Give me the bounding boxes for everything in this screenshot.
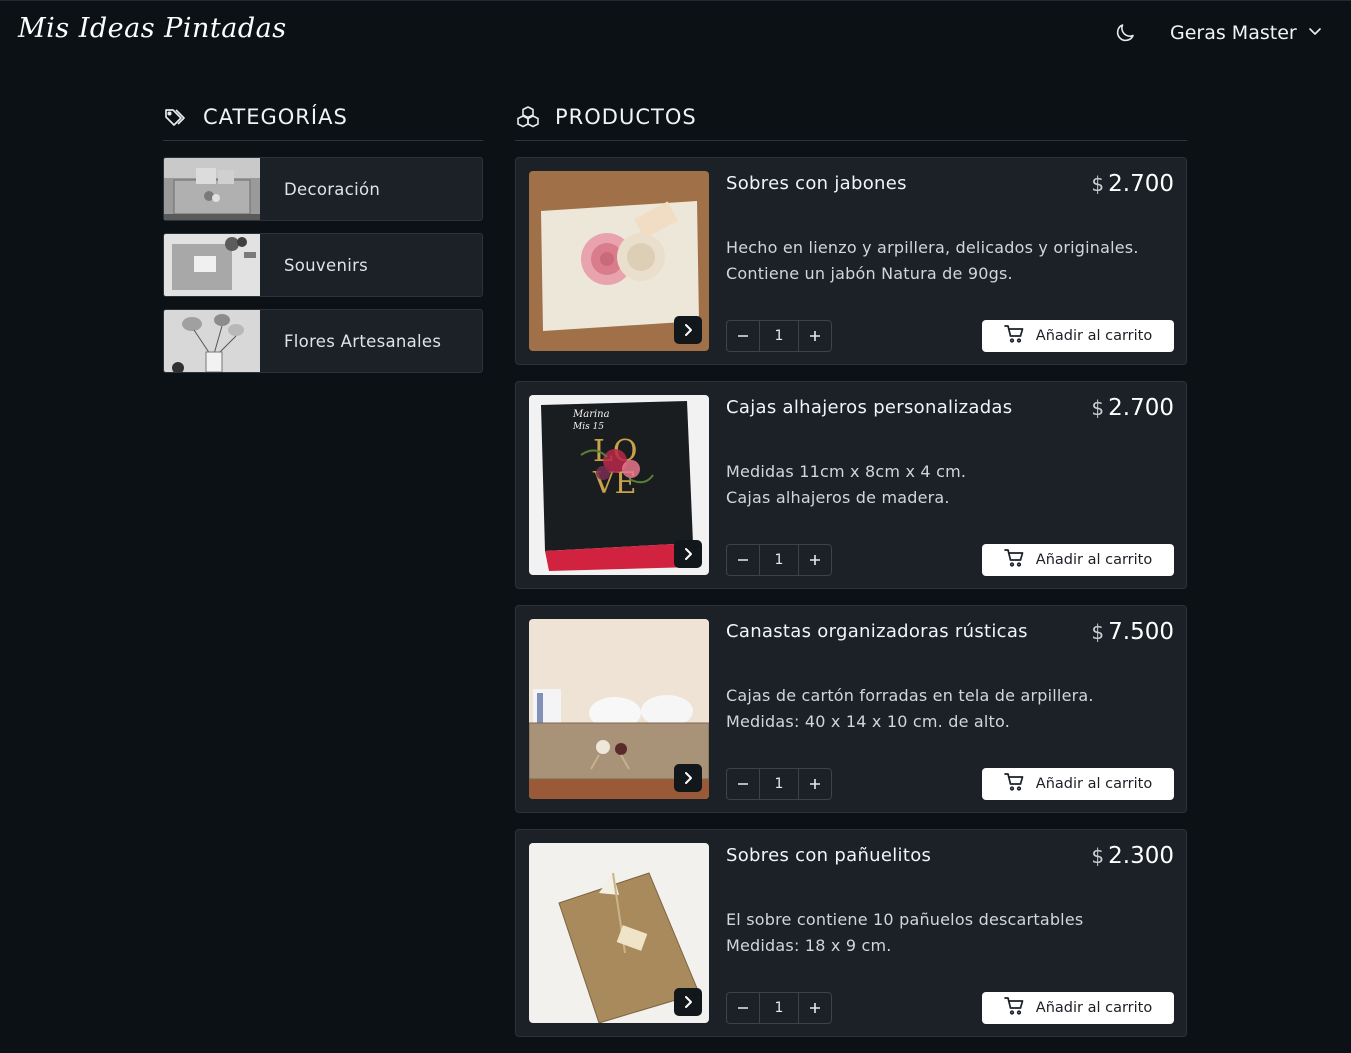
category-thumbnail	[164, 310, 260, 372]
product-description: Hecho en lienzo y arpillera, delicados y…	[726, 235, 1166, 287]
quantity-input[interactable]	[759, 769, 799, 799]
image-next-button[interactable]	[674, 540, 702, 568]
image-next-button[interactable]	[674, 764, 702, 792]
product-name: Sobres con pañuelitos	[726, 845, 932, 866]
cart-icon	[1003, 325, 1024, 347]
product-price: $ 2.700	[1091, 171, 1174, 197]
product-price: $ 2.300	[1091, 843, 1174, 869]
product-image[interactable]: Marina Mis 15 LO VE	[529, 395, 709, 575]
product-card: Canastas organizadoras rústicas $ 7.500 …	[515, 605, 1187, 813]
product-name: Canastas organizadoras rústicas	[726, 621, 1028, 642]
cart-icon	[1003, 997, 1024, 1019]
description-line: Hecho en lienzo y arpillera, delicados y…	[726, 238, 1139, 257]
add-to-cart-label: Añadir al carrito	[1035, 552, 1153, 568]
price-amount: 2.700	[1108, 171, 1174, 197]
products-panel: PRODUCTOS Sobres con jabones $ 2.700 Hec…	[515, 100, 1187, 1053]
moon-icon[interactable]	[1113, 21, 1137, 45]
quantity-input[interactable]	[759, 545, 799, 575]
currency-symbol: $	[1091, 844, 1105, 868]
product-name: Sobres con jabones	[726, 173, 907, 194]
price-amount: 2.300	[1108, 843, 1174, 869]
category-item-souvenirs[interactable]: Souvenirs	[163, 233, 483, 297]
user-menu[interactable]: Geras Master	[1170, 19, 1323, 47]
description-line: Medidas 11cm x 8cm x 4 cm.	[726, 462, 967, 481]
currency-symbol: $	[1091, 620, 1105, 644]
quantity-input[interactable]	[759, 321, 799, 351]
plus-icon[interactable]	[799, 321, 831, 351]
minus-icon[interactable]	[727, 769, 759, 799]
category-label: Flores Artesanales	[284, 331, 442, 351]
add-to-cart-label: Añadir al carrito	[1035, 328, 1153, 344]
cart-icon	[1003, 773, 1024, 795]
user-name: Geras Master	[1170, 22, 1297, 44]
quantity-stepper	[726, 768, 832, 800]
image-text: Mis 15	[572, 422, 604, 432]
description-line: El sobre contiene 10 pañuelos descartabl…	[726, 910, 1084, 929]
currency-symbol: $	[1091, 396, 1105, 420]
add-to-cart-button[interactable]: Añadir al carrito	[982, 544, 1174, 576]
category-thumbnail	[164, 234, 260, 296]
product-price: $ 7.500	[1091, 619, 1174, 645]
add-to-cart-button[interactable]: Añadir al carrito	[982, 992, 1174, 1024]
products-header: PRODUCTOS	[515, 100, 1187, 141]
category-label: Decoración	[284, 179, 381, 199]
category-item-decoracion[interactable]: Decoración	[163, 157, 483, 221]
price-amount: 7.500	[1108, 619, 1174, 645]
plus-icon[interactable]	[799, 769, 831, 799]
product-name: Cajas alhajeros personalizadas	[726, 397, 1013, 418]
currency-symbol: $	[1091, 172, 1105, 196]
image-text: Marina	[572, 409, 610, 420]
plus-icon[interactable]	[799, 545, 831, 575]
quantity-stepper	[726, 992, 832, 1024]
minus-icon[interactable]	[727, 993, 759, 1023]
categories-header: CATEGORÍAS	[163, 100, 483, 141]
minus-icon[interactable]	[727, 545, 759, 575]
product-card: Marina Mis 15 LO VE Cajas alhajeros pers…	[515, 381, 1187, 589]
description-line: Cajas de cartón forradas en tela de arpi…	[726, 686, 1094, 705]
top-navbar: Mis Ideas Pintadas Geras Master	[0, 0, 1351, 64]
products-list: Sobres con jabones $ 2.700 Hecho en lien…	[515, 157, 1187, 1037]
price-amount: 2.700	[1108, 395, 1174, 421]
plus-icon[interactable]	[799, 993, 831, 1023]
category-thumbnail	[164, 158, 260, 220]
image-next-button[interactable]	[674, 988, 702, 1016]
categories-title: CATEGORÍAS	[203, 105, 348, 129]
description-line: Contiene un jabón Natura de 90gs.	[726, 264, 1013, 283]
product-description: Cajas de cartón forradas en tela de arpi…	[726, 683, 1166, 735]
image-next-button[interactable]	[674, 316, 702, 344]
quantity-input[interactable]	[759, 993, 799, 1023]
product-image[interactable]	[529, 619, 709, 799]
cart-icon	[1003, 549, 1024, 571]
description-line: Medidas: 18 x 9 cm.	[726, 936, 892, 955]
product-card: Sobres con pañuelitos $ 2.300 El sobre c…	[515, 829, 1187, 1037]
description-line: Cajas alhajeros de madera.	[726, 488, 950, 507]
categories-panel: CATEGORÍAS Decoración Souvenirs Flores A…	[163, 100, 483, 385]
product-image[interactable]	[529, 843, 709, 1023]
add-to-cart-button[interactable]: Añadir al carrito	[982, 768, 1174, 800]
categories-list: Decoración Souvenirs Flores Artesanales	[163, 157, 483, 373]
tags-icon	[163, 104, 189, 130]
add-to-cart-label: Añadir al carrito	[1035, 776, 1153, 792]
product-image[interactable]	[529, 171, 709, 351]
product-price: $ 2.700	[1091, 395, 1174, 421]
quantity-stepper	[726, 544, 832, 576]
add-to-cart-button[interactable]: Añadir al carrito	[982, 320, 1174, 352]
minus-icon[interactable]	[727, 321, 759, 351]
category-label: Souvenirs	[284, 255, 369, 275]
chevron-down-icon	[1307, 22, 1323, 44]
add-to-cart-label: Añadir al carrito	[1035, 1000, 1153, 1016]
product-description: Medidas 11cm x 8cm x 4 cm. Cajas alhajer…	[726, 459, 1166, 511]
cubes-icon	[515, 104, 541, 130]
brand-logo[interactable]: Mis Ideas Pintadas	[18, 13, 287, 44]
products-title: PRODUCTOS	[555, 105, 697, 129]
description-line: Medidas: 40 x 14 x 10 cm. de alto.	[726, 712, 1011, 731]
product-description: El sobre contiene 10 pañuelos descartabl…	[726, 907, 1166, 959]
product-card: Sobres con jabones $ 2.700 Hecho en lien…	[515, 157, 1187, 365]
quantity-stepper	[726, 320, 832, 352]
category-item-flores-artesanales[interactable]: Flores Artesanales	[163, 309, 483, 373]
